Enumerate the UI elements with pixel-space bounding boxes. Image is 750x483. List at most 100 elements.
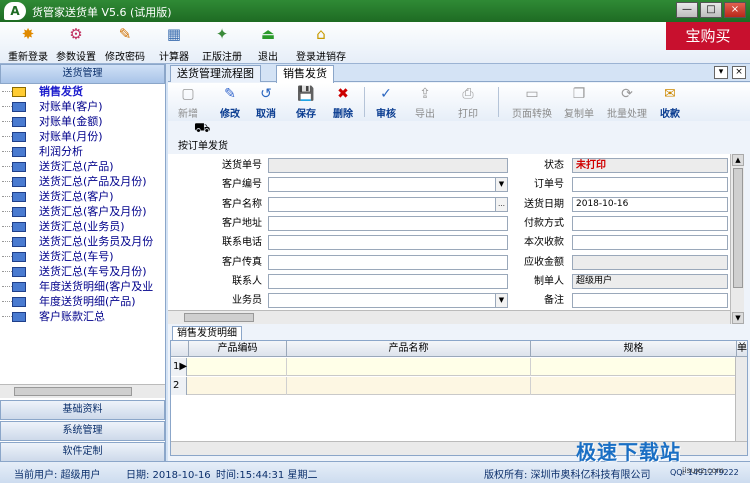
form-label: 客户名称 [222, 198, 262, 210]
new-doc-button[interactable]: ▢ 新增 [178, 85, 198, 120]
nav-tree-item[interactable]: 送货汇总(产品) [0, 159, 165, 174]
nav-tree-item[interactable]: 对账单(月份) [0, 129, 165, 144]
watermark-logo: 极速下载站 [576, 440, 681, 464]
minimize-button[interactable]: — [676, 2, 698, 18]
nav-tree-item[interactable]: 年度送货明细(产品) [0, 294, 165, 309]
cell-product-name[interactable] [287, 358, 531, 376]
exit-button[interactable]: ⏏ 退出 [258, 24, 278, 63]
scroll-up-icon[interactable]: ▲ [732, 154, 744, 166]
toolbar-separator [364, 87, 365, 117]
form-field-right-0[interactable]: 未打印 [572, 158, 728, 173]
report-node-icon [12, 177, 26, 187]
nav-tree-item[interactable]: 送货汇总(车号及月份) [0, 264, 165, 279]
form-field-value: 未打印 [576, 160, 606, 171]
form-field-right-4[interactable] [572, 235, 728, 251]
nav-tree-item[interactable]: 对账单(客户) [0, 99, 165, 114]
report-node-icon [12, 117, 26, 127]
nav-tree-item[interactable]: 年度送货明细(客户及业 [0, 279, 165, 294]
form-field-right-2[interactable]: 2018-10-16 [572, 196, 728, 212]
batch-icon: ⟳ [621, 86, 633, 102]
tab-list-dropdown-icon[interactable]: ▾ [714, 66, 728, 79]
nav-header-delivery[interactable]: 送货管理 [0, 64, 165, 84]
nav-tree-item[interactable]: 对账单(金额) [0, 114, 165, 129]
nav-tree-item-label: 送货汇总(业务员及月份 [39, 235, 154, 248]
cancel-button[interactable]: ↺ 取消 [256, 85, 276, 120]
nav-tree-item[interactable]: 利润分析 [0, 144, 165, 159]
relogin-button[interactable]: ✸ 重新登录 [8, 24, 48, 63]
save-button[interactable]: 💾 保存 [296, 85, 316, 120]
nav-horizontal-scrollbar[interactable] [0, 384, 165, 398]
form-vertical-scrollbar[interactable]: ▲ ▼ [730, 154, 744, 324]
column-header-unit[interactable]: 单 [737, 341, 747, 357]
edit-button[interactable]: ✎ 修改 [220, 85, 240, 120]
report-node-icon [12, 237, 26, 247]
change-password-button[interactable]: ✎ 修改密码 [105, 24, 145, 63]
scroll-down-icon[interactable]: ▼ [732, 312, 744, 324]
grid-vertical-scrollbar[interactable] [735, 357, 747, 441]
form-field-right-6[interactable]: 超级用户 [572, 273, 728, 289]
form-field-right-1[interactable] [572, 177, 728, 193]
audit-button[interactable]: ✓ 审核 [376, 85, 396, 120]
export-button[interactable]: ⇪ 导出 [415, 85, 435, 120]
cell-spec[interactable] [531, 358, 737, 376]
report-node-icon [12, 282, 26, 292]
nav-section-basic-data[interactable]: 基础资料 [0, 400, 165, 420]
receive-payment-button[interactable]: ✉ 收款 [660, 85, 680, 120]
relogin-label: 重新登录 [8, 52, 48, 63]
settings-button[interactable]: ⚙ 参数设置 [56, 24, 96, 63]
status-current-user: 当前用户: 超级用户 [14, 470, 101, 481]
nav-tree-item-label: 送货汇总(车号) [39, 250, 114, 263]
cancel-label: 取消 [256, 109, 276, 120]
tree-connector [2, 121, 12, 122]
register-button[interactable]: ✦ 正版注册 [202, 24, 242, 63]
exit-icon: ⏏ [260, 25, 276, 43]
tab-sales-detail[interactable]: 销售发货明细 [172, 326, 242, 340]
nav-tree-item[interactable]: 送货汇总(产品及月份) [0, 174, 165, 189]
app-logo-icon: A [4, 2, 26, 20]
tree-connector [2, 226, 12, 227]
page-switch-button[interactable]: ▭ 页面转换 [512, 85, 552, 120]
form-field-right-5[interactable] [572, 254, 728, 270]
nav-section-customize[interactable]: 软件定制 [0, 442, 165, 462]
cell-product-name[interactable] [287, 377, 531, 395]
print-button[interactable]: ⎙ 打印 [458, 85, 478, 120]
tab-sales-delivery[interactable]: 销售发货 [276, 65, 334, 83]
nav-section-system[interactable]: 系统管理 [0, 421, 165, 441]
copy-button[interactable]: ❐ 复制单 [564, 85, 594, 120]
column-header-product-name[interactable]: 产品名称 [287, 341, 531, 357]
delete-button[interactable]: ✖ 删除 [333, 85, 353, 120]
tab-flowchart[interactable]: 送货管理流程图 [170, 65, 261, 82]
tab-close-icon[interactable]: × [732, 66, 746, 79]
nav-tree-item[interactable]: 送货汇总(业务员及月份 [0, 234, 165, 249]
form-label: 付款方式 [524, 217, 564, 229]
nav-tree-item[interactable]: 送货汇总(客户及月份) [0, 204, 165, 219]
print-icon: ⎙ [462, 86, 474, 102]
column-header-spec[interactable]: 规格 [531, 341, 737, 357]
batch-button[interactable]: ⟳ 批量处理 [607, 85, 647, 120]
nav-tree-item[interactable]: 客户账款汇总 [0, 309, 165, 324]
maximize-button[interactable]: □ [700, 2, 722, 18]
close-button[interactable]: × [724, 2, 746, 18]
main-toolbar: ✸ 重新登录 ⚙ 参数设置 ✎ 修改密码 ▦ 计算器 ✦ 正版注册 ⏏ 退出 ⌂… [0, 22, 750, 64]
cell-spec[interactable] [531, 377, 737, 395]
table-row[interactable]: 2 [171, 377, 737, 395]
left-nav-panel: 送货管理 销售发货 对账单(客户) 对账单(金额) 对账单(月份) 利润分析 送货汇总(产… [0, 64, 166, 462]
nav-tree-item[interactable]: 销售发货 [0, 84, 165, 99]
calculator-button[interactable]: ▦ 计算器 [159, 24, 189, 63]
form-field-right-3[interactable] [572, 215, 728, 231]
cell-product-code[interactable] [189, 377, 287, 395]
form-field-right-7[interactable] [572, 293, 728, 309]
nav-tree-item[interactable]: 送货汇总(客户) [0, 189, 165, 204]
form-horizontal-scrollbar[interactable] [168, 310, 730, 324]
cell-product-code[interactable] [189, 358, 287, 376]
grid-header: 产品编码 产品名称 规格 单 [171, 341, 747, 357]
table-row[interactable]: 1▶ [171, 358, 737, 376]
tree-connector [2, 271, 12, 272]
buy-promo-banner[interactable]: 宝购买 [666, 22, 750, 50]
column-header-product-code[interactable]: 产品编码 [189, 341, 287, 357]
report-node-icon [12, 162, 26, 172]
edit-icon: ✎ [224, 86, 236, 102]
nav-tree-item[interactable]: 送货汇总(车号) [0, 249, 165, 264]
nav-tree-item[interactable]: 送货汇总(业务员) [0, 219, 165, 234]
login-erp-button[interactable]: ⌂ 登录进销存 [296, 24, 346, 63]
